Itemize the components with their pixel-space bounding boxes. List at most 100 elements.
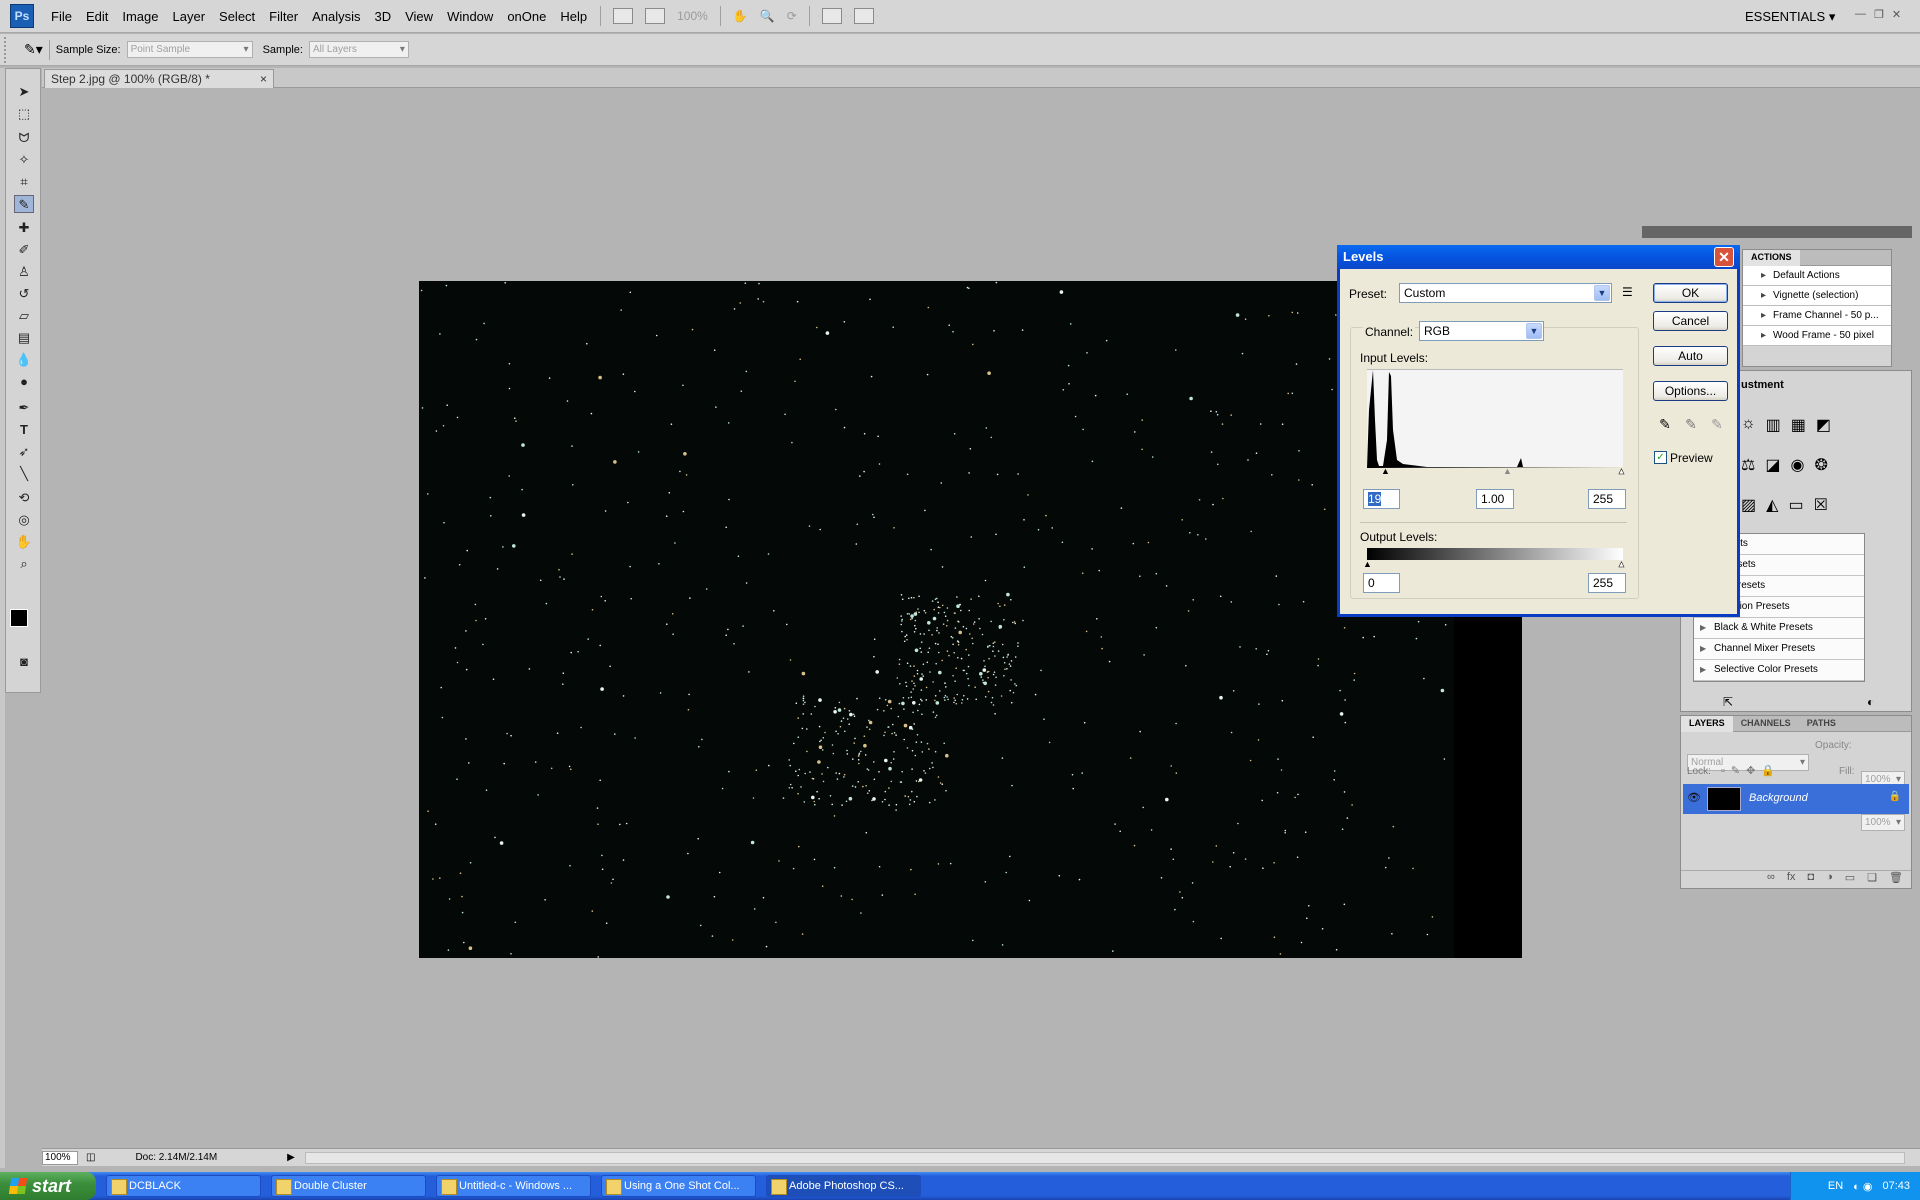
output-black-field[interactable]: 0 — [1363, 573, 1400, 593]
layer-row-background[interactable]: 👁 Background 🔒 — [1683, 784, 1909, 814]
color-balance-icon[interactable]: ⚖ — [1741, 455, 1755, 475]
fill-field[interactable]: 100% — [1861, 814, 1905, 831]
zoom-level-display[interactable]: 100% — [677, 9, 708, 23]
path-selection-icon[interactable]: ➶ — [14, 443, 34, 461]
lasso-tool-icon[interactable]: ᗢ — [14, 129, 34, 147]
levels-icon[interactable]: ▥ — [1766, 415, 1781, 435]
restore-icon[interactable]: ❐ — [1874, 8, 1884, 21]
status-menu-arrow-icon[interactable]: ▶ — [287, 1152, 295, 1163]
preview-checkbox[interactable]: ✓ — [1654, 451, 1667, 464]
input-gamma-field[interactable]: 1.00 — [1476, 489, 1514, 509]
rotate-view-icon[interactable]: ⟳ — [787, 9, 797, 23]
black-white-icon[interactable]: ◪ — [1765, 455, 1780, 475]
brush-tool-icon[interactable]: ✐ — [14, 241, 34, 259]
options-button[interactable]: Options... — [1653, 381, 1728, 401]
curves-icon[interactable]: ▦ — [1791, 415, 1806, 435]
return-to-list-icon[interactable]: ⇱ — [1723, 695, 1733, 709]
gray-point-eyedropper-icon[interactable]: ✎ — [1682, 415, 1700, 433]
language-indicator[interactable]: EN — [1828, 1180, 1843, 1192]
type-tool-icon[interactable]: T — [14, 421, 34, 439]
eyedropper-tool-preset-icon[interactable]: ✎▾ — [24, 41, 43, 58]
levels-title-bar[interactable]: Levels ✕ — [1337, 245, 1740, 269]
clone-stamp-icon[interactable]: ♙ — [14, 263, 34, 281]
zoom-tool-icon[interactable]: ⌕ — [14, 555, 34, 573]
action-item[interactable]: Vignette (selection) — [1743, 286, 1891, 306]
start-button[interactable]: start — [0, 1172, 96, 1200]
auto-button[interactable]: Auto — [1653, 346, 1728, 366]
close-icon[interactable]: ✕ — [1714, 247, 1734, 267]
hand-tool-icon[interactable]: ✋ — [14, 533, 34, 551]
input-gamma-slider[interactable]: ▲ — [1503, 466, 1512, 476]
photo-filter-icon[interactable]: ◉ — [1790, 455, 1804, 475]
output-white-slider[interactable]: ▲ — [1617, 559, 1626, 570]
crop-tool-icon[interactable]: ⌗ — [14, 173, 34, 191]
output-black-slider[interactable]: ▲ — [1363, 559, 1372, 569]
zoom-tool-icon[interactable]: 🔍 — [760, 9, 775, 23]
tab-layers[interactable]: LAYERS — [1681, 716, 1733, 732]
options-grip[interactable] — [4, 36, 14, 63]
mask-icon[interactable]: ◘ — [1807, 871, 1814, 888]
posterize-icon[interactable]: ▨ — [1741, 495, 1756, 515]
dodge-tool-icon[interactable]: ● — [14, 373, 34, 391]
threshold-icon[interactable]: ◭ — [1766, 495, 1778, 515]
menu-edit[interactable]: Edit — [79, 0, 115, 33]
action-item[interactable]: Wood Frame - 50 pixel — [1743, 326, 1891, 346]
group-icon[interactable]: ▭ — [1845, 871, 1855, 888]
foreground-color-swatch[interactable] — [10, 609, 28, 627]
menu-view[interactable]: View — [398, 0, 440, 33]
menu-3d[interactable]: 3D — [367, 0, 398, 33]
black-point-eyedropper-icon[interactable]: ✎ — [1656, 415, 1674, 433]
cancel-button[interactable]: Cancel — [1653, 311, 1728, 331]
pen-tool-icon[interactable]: ✒ — [14, 399, 34, 417]
menu-filter[interactable]: Filter — [262, 0, 305, 33]
sample-select[interactable]: All Layers — [308, 41, 409, 58]
quick-mask-icon[interactable]: ◙ — [14, 653, 34, 671]
3d-orbit-icon[interactable]: ◎ — [14, 511, 34, 529]
taskbar-item[interactable]: Double Cluster — [271, 1175, 426, 1197]
gradient-tool-icon[interactable]: ▤ — [14, 329, 34, 347]
input-black-slider[interactable]: ▲ — [1381, 466, 1390, 476]
channel-mixer-icon[interactable]: ❂ — [1814, 455, 1827, 475]
input-black-field[interactable]: 19 — [1363, 489, 1400, 509]
input-white-field[interactable]: 255 — [1588, 489, 1626, 509]
zoom-field[interactable]: 100% — [42, 1150, 78, 1165]
menu-file[interactable]: File — [44, 0, 79, 33]
white-point-eyedropper-icon[interactable]: ✎ — [1708, 415, 1726, 433]
history-brush-icon[interactable]: ↺ — [14, 285, 34, 303]
lock-icons[interactable]: ▫✎✥🔒 — [1721, 764, 1781, 777]
brightness-icon[interactable]: ☼ — [1741, 415, 1756, 435]
tab-actions[interactable]: ACTIONS — [1743, 250, 1800, 266]
status-icon[interactable]: ◫ — [86, 1152, 95, 1163]
magic-wand-icon[interactable]: ✧ — [14, 151, 34, 169]
3d-rotate-icon[interactable]: ⟲ — [14, 489, 34, 507]
ok-button[interactable]: OK — [1653, 283, 1728, 303]
tab-paths[interactable]: PATHS — [1799, 716, 1844, 732]
tray-icons[interactable]: ◐ ◉ — [1853, 1180, 1872, 1193]
minimize-icon[interactable]: — — [1855, 8, 1866, 21]
clip-layer-icon[interactable]: ◐ — [1867, 695, 1874, 709]
taskbar-item[interactable]: Untitled-c - Windows ... — [436, 1175, 591, 1197]
preset-item[interactable]: Channel Mixer Presets — [1694, 639, 1864, 660]
fx-icon[interactable]: fx — [1787, 871, 1796, 888]
gradient-map-icon[interactable]: ▭ — [1788, 495, 1803, 515]
line-tool-icon[interactable]: ╲ — [14, 465, 34, 483]
taskbar-item[interactable]: DCBLACK — [106, 1175, 261, 1197]
tab-channels[interactable]: CHANNELS — [1733, 716, 1799, 732]
menu-analysis[interactable]: Analysis — [305, 0, 367, 33]
input-white-slider[interactable]: ▲ — [1617, 466, 1626, 477]
link-layers-icon[interactable]: ∞ — [1767, 871, 1775, 888]
close-tab-icon[interactable]: × — [260, 70, 267, 88]
preset-item[interactable]: Black & White Presets — [1694, 618, 1864, 639]
close-icon[interactable]: ✕ — [1892, 8, 1901, 21]
output-white-field[interactable]: 255 — [1588, 573, 1626, 593]
workspace-switcher[interactable]: ESSENTIALS ▾ — [1745, 0, 1835, 33]
hand-tool-icon[interactable]: ✋ — [733, 9, 748, 23]
menu-help[interactable]: Help — [553, 0, 594, 33]
horizontal-scrollbar[interactable] — [304, 1151, 1905, 1164]
menu-layer[interactable]: Layer — [166, 0, 213, 33]
channel-select[interactable]: RGB ▼ — [1419, 321, 1544, 341]
arrange-documents-icon[interactable] — [821, 8, 842, 24]
delete-layer-icon[interactable]: 🗑 — [1889, 871, 1903, 888]
preset-select[interactable]: Custom ▼ — [1399, 283, 1612, 303]
taskbar-item[interactable]: Adobe Photoshop CS... — [766, 1175, 921, 1197]
